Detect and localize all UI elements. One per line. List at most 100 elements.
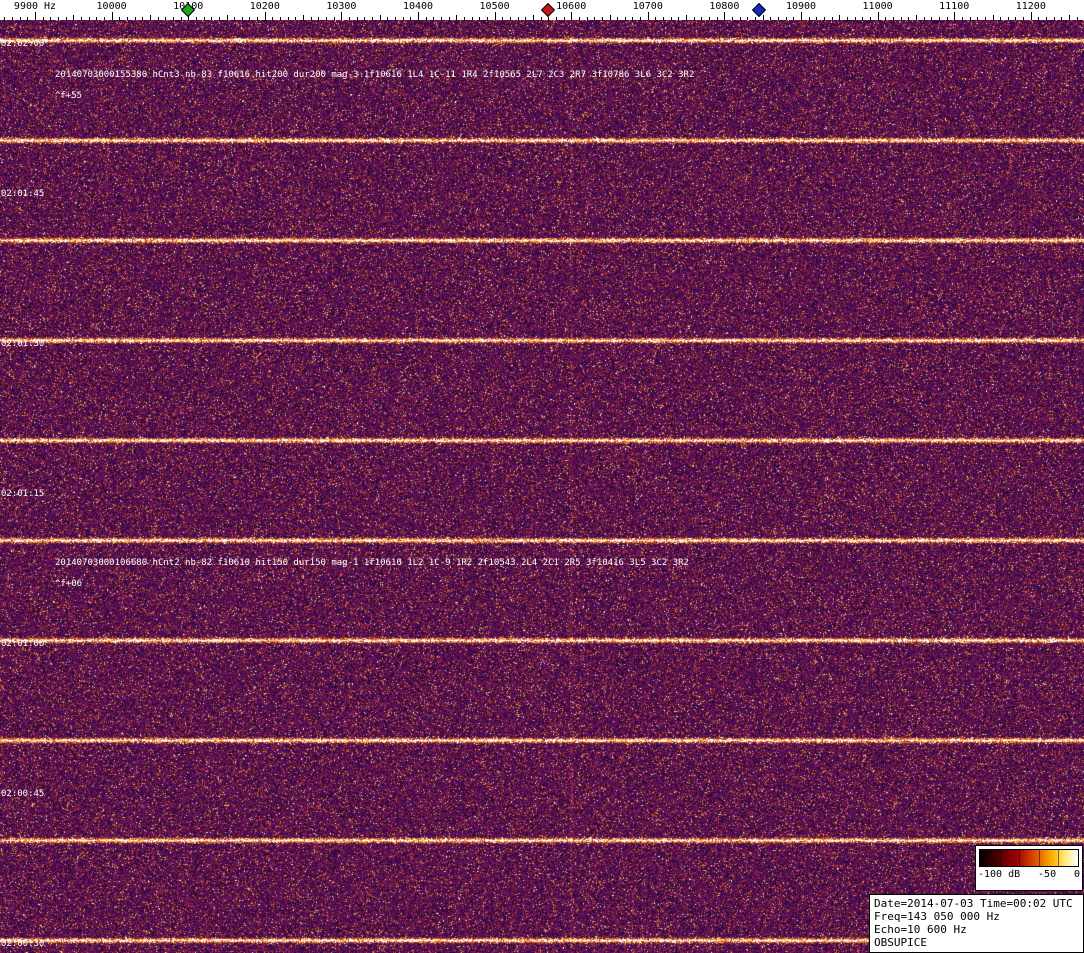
axis-tick [218, 17, 220, 20]
axis-tick [203, 17, 205, 20]
axis-tick [241, 17, 243, 20]
axis-tick [601, 17, 603, 20]
axis-tick [931, 17, 933, 20]
axis-tick [372, 17, 374, 20]
axis-tick [892, 17, 894, 20]
axis-tick [333, 17, 335, 20]
axis-tick [1000, 17, 1002, 20]
axis-tick [65, 17, 67, 20]
intensity-colorbar: -100 dB -50 0 [975, 845, 1083, 891]
axis-tick [739, 17, 741, 20]
axis-tick [119, 17, 121, 20]
frequency-axis: 9900 Hz100001010010200103001040010500106… [0, 0, 1084, 20]
info-freq-line: Freq=143 050 000 Hz [874, 910, 1000, 923]
axis-tick [502, 17, 504, 20]
axis-tick [655, 17, 657, 20]
axis-tick [678, 17, 680, 20]
axis-tick-label: 10000 [96, 1, 127, 12]
event-annotation-1: 20140703000155380 hCnt3 nb-83 f10616 hit… [55, 70, 695, 80]
axis-tick [509, 17, 511, 20]
axis-tick [211, 17, 213, 20]
axis-tick [195, 17, 197, 20]
axis-tick [701, 17, 703, 20]
axis-tick [395, 17, 397, 20]
axis-tick [35, 12, 36, 20]
axis-tick [180, 17, 182, 20]
info-echo-line: Echo=10 600 Hz [874, 923, 967, 936]
axis-tick [19, 17, 21, 20]
time-label: 02:01:30 [1, 339, 45, 349]
info-date-line: Date=2014-07-03 Time=00:02 UTC [874, 897, 1073, 910]
axis-tick [57, 17, 59, 20]
axis-tick-label: 10500 [479, 1, 510, 12]
axis-tick [103, 17, 105, 20]
axis-tick [157, 17, 159, 20]
axis-tick [379, 15, 381, 20]
axis-tick [801, 12, 802, 20]
axis-tick [517, 17, 519, 20]
axis-tick [226, 15, 228, 20]
axis-tick [831, 17, 833, 20]
axis-tick [1030, 12, 1032, 20]
axis-tick [540, 17, 542, 20]
spectrogram-screen: 9900 Hz100001010010200103001040010500106… [0, 0, 1084, 953]
event-frequency-marker-2: ^f+06 [55, 579, 83, 589]
axis-tick [755, 17, 757, 20]
colorbar-label-mid: -50 [1038, 869, 1057, 880]
axis-tick [440, 17, 442, 20]
axis-tick [686, 15, 688, 20]
axis-tick [969, 17, 971, 20]
station-info-panel: Date=2014-07-03 Time=00:02 UTC Freq=143 … [869, 894, 1084, 953]
axis-tick [272, 17, 274, 20]
event-annotation-2: 20140703000106680 hCnt2 nb-82 f10610 hit… [55, 558, 689, 568]
colorbar-tick [999, 850, 1001, 866]
axis-tick [448, 17, 450, 20]
axis-tick [463, 17, 465, 20]
waterfall: 20140703000155380 hCnt3 nb-83 f10616 hit… [0, 20, 1084, 953]
event-frequency-marker-1: ^f+55 [55, 91, 83, 101]
axis-tick [1023, 17, 1025, 20]
axis-tick [425, 17, 427, 20]
axis-tick-label: 10600 [556, 1, 587, 12]
axis-tick [862, 17, 864, 20]
axis-tick [486, 17, 488, 20]
axis-tick [287, 17, 289, 20]
axis-tick-label: 10200 [249, 1, 280, 12]
axis-tick [778, 17, 780, 20]
axis-tick [571, 12, 573, 20]
axis-tick [433, 17, 435, 20]
axis-tick [732, 17, 734, 20]
colorbar-tick [1019, 850, 1021, 866]
axis-tick [1053, 17, 1055, 20]
colorbar-label-min: -100 dB [978, 869, 1021, 880]
spectrogram-canvas [0, 20, 1084, 953]
axis-tick [149, 15, 151, 20]
axis-tick [617, 17, 619, 20]
axis-tick [1038, 17, 1040, 20]
axis-tick [647, 12, 649, 20]
colorbar-label-max: 0 [1073, 869, 1080, 880]
axis-tick [609, 15, 611, 20]
axis-tick [1069, 15, 1071, 20]
axis-tick [326, 17, 328, 20]
axis-tick [839, 15, 841, 20]
axis-tick [915, 15, 917, 20]
info-station-line: OBSUPICE [874, 936, 927, 949]
axis-tick [900, 17, 902, 20]
red-diamond-marker[interactable] [541, 2, 556, 18]
axis-tick [823, 17, 825, 20]
axis-tick [88, 17, 90, 20]
axis-tick [586, 17, 588, 20]
axis-tick [663, 17, 665, 20]
axis-tick [318, 17, 320, 20]
axis-tick [532, 15, 534, 20]
axis-tick [961, 17, 963, 20]
axis-tick [816, 17, 818, 20]
axis-tick [877, 12, 879, 20]
axis-tick [1007, 17, 1009, 20]
axis-tick [525, 17, 527, 20]
time-label: 02:00:45 [1, 789, 45, 799]
axis-tick [938, 17, 940, 20]
blue-diamond-marker[interactable] [751, 2, 766, 18]
axis-tick [165, 17, 167, 20]
